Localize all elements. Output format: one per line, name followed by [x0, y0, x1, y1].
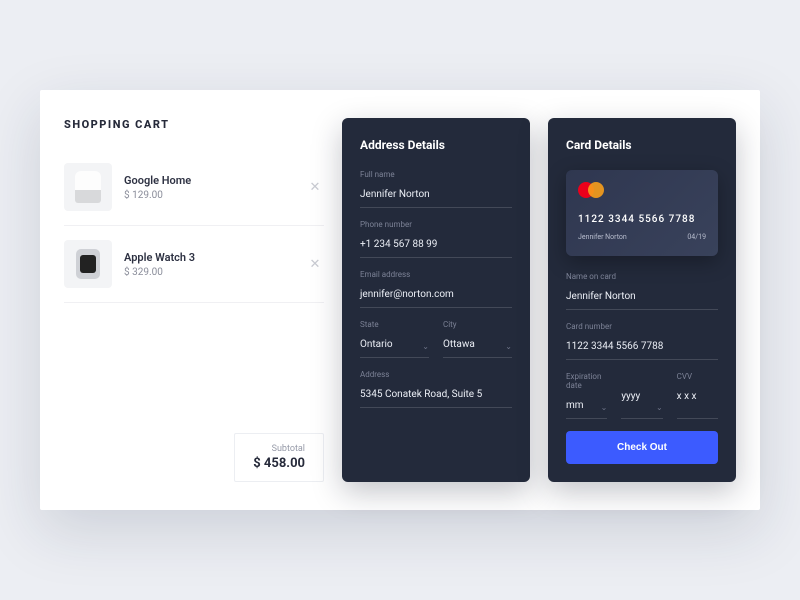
field-value: Jennifer Norton — [360, 189, 430, 200]
cc-display-number: 1122 3344 5566 7788 — [578, 214, 706, 225]
checkout-button[interactable]: Check Out — [566, 431, 718, 464]
address-details-panel: Address Details Full name Jennifer Norto… — [342, 118, 530, 482]
subtotal-label: Subtotal — [253, 444, 305, 454]
subtotal-value: $ 458.00 — [253, 456, 305, 471]
field-value: jennifer@norton.com — [360, 289, 454, 300]
remove-item-button[interactable]: ✕ — [306, 255, 324, 273]
city-select[interactable]: City Ottawa ⌄ — [443, 320, 512, 358]
cart-item-name: Apple Watch 3 — [124, 251, 294, 264]
phone-field[interactable]: Phone number +1 234 567 88 99 — [360, 220, 512, 258]
chevron-down-icon: ⌄ — [422, 342, 429, 351]
cart-item: Google Home $ 129.00 ✕ — [64, 149, 324, 226]
field-label: Name on card — [566, 272, 718, 281]
field-label: CVV — [677, 372, 718, 381]
cart-item-meta: Apple Watch 3 $ 329.00 — [124, 251, 294, 278]
chevron-down-icon: ⌄ — [505, 342, 512, 351]
field-value: 5345 Conatek Road, Suite 5 — [360, 389, 482, 400]
address-line-field[interactable]: Address 5345 Conatek Road, Suite 5 — [360, 370, 512, 408]
mastercard-logo-icon — [578, 182, 706, 198]
cart-item-meta: Google Home $ 129.00 — [124, 174, 294, 201]
field-label: City — [443, 320, 512, 329]
field-value: mm — [566, 400, 584, 411]
field-label: Address — [360, 370, 512, 379]
state-select[interactable]: State Ontario ⌄ — [360, 320, 429, 358]
field-value: 1122 3344 5566 7788 — [566, 341, 663, 352]
field-value: Ontario — [360, 339, 393, 350]
cart-item-name: Google Home — [124, 174, 294, 187]
field-label: Card number — [566, 322, 718, 331]
credit-card-visual: 1122 3344 5566 7788 Jennifer Norton 04/1… — [566, 170, 718, 256]
remove-item-button[interactable]: ✕ — [306, 178, 324, 196]
shopping-cart-column: SHOPPING CART Google Home $ 129.00 ✕ App… — [64, 118, 324, 482]
cc-display-expiry: 04/19 — [687, 233, 706, 241]
cart-item-price: $ 129.00 — [124, 190, 294, 201]
field-label: Full name — [360, 170, 512, 179]
subtotal-box: Subtotal $ 458.00 — [234, 433, 324, 482]
field-value: x x x — [677, 391, 697, 402]
cvv-field[interactable]: CVV x x x — [677, 372, 718, 419]
chevron-down-icon: ⌄ — [601, 403, 608, 412]
email-field[interactable]: Email address jennifer@norton.com — [360, 270, 512, 308]
full-name-field[interactable]: Full name Jennifer Norton — [360, 170, 512, 208]
product-thumbnail — [64, 163, 112, 211]
mastercard-logo-icon — [694, 343, 718, 355]
card-details-panel: Card Details 1122 3344 5566 7788 Jennife… — [548, 118, 736, 482]
field-label: Email address — [360, 270, 512, 279]
cart-heading: SHOPPING CART — [64, 118, 324, 131]
checkout-card: SHOPPING CART Google Home $ 129.00 ✕ App… — [40, 90, 760, 510]
name-on-card-field[interactable]: Name on card Jennifer Norton — [566, 272, 718, 310]
exp-month-select[interactable]: Expiration date mm ⌄ — [566, 372, 607, 419]
field-label: Expiration date — [566, 372, 607, 390]
address-panel-heading: Address Details — [360, 138, 512, 152]
chevron-down-icon: ⌄ — [656, 403, 663, 412]
field-value: Ottawa — [443, 339, 475, 350]
product-thumbnail — [64, 240, 112, 288]
cc-display-holder: Jennifer Norton — [578, 233, 627, 241]
field-value: +1 234 567 88 99 — [360, 239, 437, 250]
field-label: State — [360, 320, 429, 329]
exp-year-select[interactable]: yyyy ⌄ — [621, 372, 662, 419]
cart-item-price: $ 329.00 — [124, 267, 294, 278]
field-value: Jennifer Norton — [566, 291, 636, 302]
field-label — [621, 372, 662, 381]
field-value: yyyy — [621, 391, 640, 402]
field-label: Phone number — [360, 220, 512, 229]
card-number-field[interactable]: Card number 1122 3344 5566 7788 — [566, 322, 718, 360]
cart-item: Apple Watch 3 $ 329.00 ✕ — [64, 226, 324, 303]
card-panel-heading: Card Details — [566, 138, 718, 152]
